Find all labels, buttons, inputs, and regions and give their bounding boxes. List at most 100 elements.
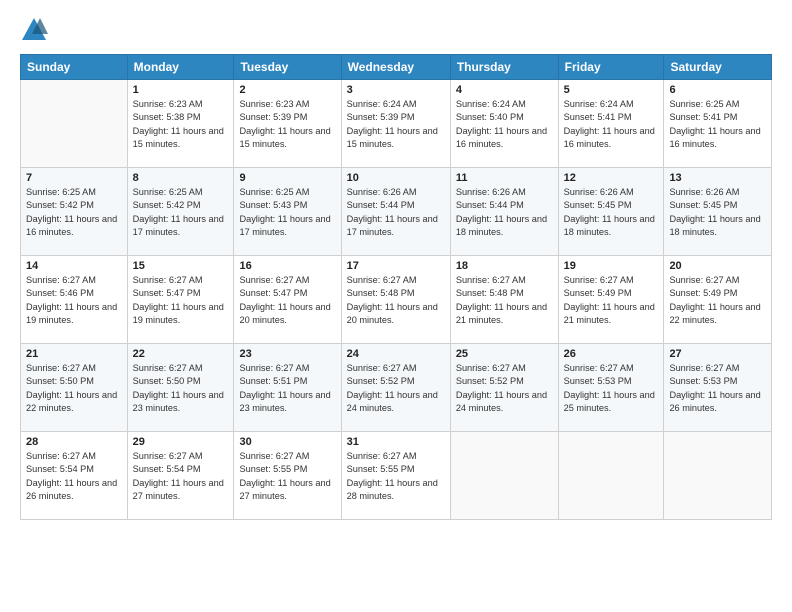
calendar-header-wednesday: Wednesday bbox=[341, 55, 450, 80]
day-detail: Sunrise: 6:27 AMSunset: 5:47 PMDaylight:… bbox=[133, 274, 229, 327]
calendar-header-sunday: Sunday bbox=[21, 55, 128, 80]
calendar-cell: 8 Sunrise: 6:25 AMSunset: 5:42 PMDaylight… bbox=[127, 168, 234, 256]
day-detail: Sunrise: 6:23 AMSunset: 5:39 PMDaylight:… bbox=[239, 98, 335, 151]
day-number: 18 bbox=[456, 260, 553, 272]
calendar-cell: 20Sunrise: 6:27 AMSunset: 5:49 PMDayligh… bbox=[664, 256, 772, 344]
calendar-cell: 18 Sunrise: 6:27 AMSunset: 5:48 PMDayligh… bbox=[450, 256, 558, 344]
day-detail: Sunrise: 6:27 AMSunset: 5:51 PMDaylight:… bbox=[239, 362, 335, 415]
calendar-cell bbox=[450, 432, 558, 520]
day-detail: Sunrise: 6:27 AMSunset: 5:48 PMDaylight:… bbox=[347, 274, 445, 327]
day-detail: Sunrise: 6:27 AMSunset: 5:47 PMDaylight:… bbox=[239, 274, 335, 327]
calendar-header-monday: Monday bbox=[127, 55, 234, 80]
calendar-cell: 22 Sunrise: 6:27 AMSunset: 5:50 PMDayligh… bbox=[127, 344, 234, 432]
calendar-cell: 31 Sunrise: 6:27 AMSunset: 5:55 PMDayligh… bbox=[341, 432, 450, 520]
day-number: 26 bbox=[564, 348, 659, 360]
day-number: 11 bbox=[456, 172, 553, 184]
day-detail: Sunrise: 6:26 AMSunset: 5:44 PMDaylight:… bbox=[347, 186, 445, 239]
day-number: 14 bbox=[26, 260, 122, 272]
day-number: 29 bbox=[133, 436, 229, 448]
calendar-cell: 19 Sunrise: 6:27 AMSunset: 5:49 PMDayligh… bbox=[558, 256, 664, 344]
calendar-cell: 12Sunrise: 6:26 AMSunset: 5:45 PMDayligh… bbox=[558, 168, 664, 256]
calendar-cell: 23 Sunrise: 6:27 AMSunset: 5:51 PMDayligh… bbox=[234, 344, 341, 432]
day-number: 15 bbox=[133, 260, 229, 272]
day-number: 9 bbox=[239, 172, 335, 184]
day-number: 17 bbox=[347, 260, 445, 272]
day-number: 19 bbox=[564, 260, 659, 272]
day-detail: Sunrise: 6:27 AMSunset: 5:53 PMDaylight:… bbox=[564, 362, 659, 415]
day-number: 23 bbox=[239, 348, 335, 360]
day-number: 1 bbox=[133, 84, 229, 96]
day-detail: Sunrise: 6:27 AMSunset: 5:55 PMDaylight:… bbox=[347, 450, 445, 503]
day-detail: Sunrise: 6:27 AMSunset: 5:52 PMDaylight:… bbox=[456, 362, 553, 415]
calendar-week-4: 28 Sunrise: 6:27 AMSunset: 5:54 PMDayligh… bbox=[21, 432, 772, 520]
day-number: 30 bbox=[239, 436, 335, 448]
calendar-cell: 13 Sunrise: 6:26 AMSunset: 5:45 PMDayligh… bbox=[664, 168, 772, 256]
calendar-cell: 5 Sunrise: 6:24 AMSunset: 5:41 PMDaylight… bbox=[558, 80, 664, 168]
calendar-cell: 21 Sunrise: 6:27 AMSunset: 5:50 PMDayligh… bbox=[21, 344, 128, 432]
day-detail: Sunrise: 6:26 AMSunset: 5:45 PMDaylight:… bbox=[564, 186, 659, 239]
day-number: 25 bbox=[456, 348, 553, 360]
calendar-cell: 16Sunrise: 6:27 AMSunset: 5:47 PMDayligh… bbox=[234, 256, 341, 344]
day-detail: Sunrise: 6:27 AMSunset: 5:49 PMDaylight:… bbox=[564, 274, 659, 327]
calendar-cell: 3 Sunrise: 6:24 AMSunset: 5:39 PMDaylight… bbox=[341, 80, 450, 168]
calendar-cell: 26 Sunrise: 6:27 AMSunset: 5:53 PMDayligh… bbox=[558, 344, 664, 432]
calendar-header-thursday: Thursday bbox=[450, 55, 558, 80]
day-detail: Sunrise: 6:26 AMSunset: 5:44 PMDaylight:… bbox=[456, 186, 553, 239]
calendar-cell: 27Sunrise: 6:27 AMSunset: 5:53 PMDayligh… bbox=[664, 344, 772, 432]
calendar-cell bbox=[664, 432, 772, 520]
day-number: 13 bbox=[669, 172, 766, 184]
day-detail: Sunrise: 6:27 AMSunset: 5:54 PMDaylight:… bbox=[133, 450, 229, 503]
calendar-cell bbox=[21, 80, 128, 168]
day-detail: Sunrise: 6:24 AMSunset: 5:40 PMDaylight:… bbox=[456, 98, 553, 151]
day-detail: Sunrise: 6:25 AMSunset: 5:42 PMDaylight:… bbox=[133, 186, 229, 239]
day-detail: Sunrise: 6:24 AMSunset: 5:41 PMDaylight:… bbox=[564, 98, 659, 151]
day-detail: Sunrise: 6:27 AMSunset: 5:48 PMDaylight:… bbox=[456, 274, 553, 327]
calendar-header-tuesday: Tuesday bbox=[234, 55, 341, 80]
calendar-cell: 10 Sunrise: 6:26 AMSunset: 5:44 PMDayligh… bbox=[341, 168, 450, 256]
calendar-cell: 28 Sunrise: 6:27 AMSunset: 5:54 PMDayligh… bbox=[21, 432, 128, 520]
day-number: 6 bbox=[669, 84, 766, 96]
calendar-cell: 11 Sunrise: 6:26 AMSunset: 5:44 PMDayligh… bbox=[450, 168, 558, 256]
day-detail: Sunrise: 6:27 AMSunset: 5:50 PMDaylight:… bbox=[133, 362, 229, 415]
day-number: 31 bbox=[347, 436, 445, 448]
calendar-cell: 24Sunrise: 6:27 AMSunset: 5:52 PMDayligh… bbox=[341, 344, 450, 432]
day-number: 22 bbox=[133, 348, 229, 360]
day-number: 10 bbox=[347, 172, 445, 184]
calendar-cell: 9 Sunrise: 6:25 AMSunset: 5:43 PMDaylight… bbox=[234, 168, 341, 256]
day-detail: Sunrise: 6:25 AMSunset: 5:43 PMDaylight:… bbox=[239, 186, 335, 239]
day-number: 4 bbox=[456, 84, 553, 96]
day-number: 27 bbox=[669, 348, 766, 360]
calendar-week-0: 1Sunrise: 6:23 AMSunset: 5:38 PMDaylight… bbox=[21, 80, 772, 168]
day-number: 28 bbox=[26, 436, 122, 448]
day-number: 7 bbox=[26, 172, 122, 184]
day-detail: Sunrise: 6:27 AMSunset: 5:50 PMDaylight:… bbox=[26, 362, 122, 415]
calendar-cell: 4 Sunrise: 6:24 AMSunset: 5:40 PMDaylight… bbox=[450, 80, 558, 168]
calendar-cell: 29 Sunrise: 6:27 AMSunset: 5:54 PMDayligh… bbox=[127, 432, 234, 520]
calendar-cell: 7Sunrise: 6:25 AMSunset: 5:42 PMDaylight… bbox=[21, 168, 128, 256]
calendar-header-saturday: Saturday bbox=[664, 55, 772, 80]
calendar-cell: 17 Sunrise: 6:27 AMSunset: 5:48 PMDayligh… bbox=[341, 256, 450, 344]
logo-icon bbox=[20, 16, 48, 44]
page: SundayMondayTuesdayWednesdayThursdayFrid… bbox=[0, 0, 792, 612]
day-detail: Sunrise: 6:27 AMSunset: 5:54 PMDaylight:… bbox=[26, 450, 122, 503]
day-detail: Sunrise: 6:27 AMSunset: 5:46 PMDaylight:… bbox=[26, 274, 122, 327]
day-number: 2 bbox=[239, 84, 335, 96]
day-number: 5 bbox=[564, 84, 659, 96]
calendar-cell: 6Sunrise: 6:25 AMSunset: 5:41 PMDaylight… bbox=[664, 80, 772, 168]
logo bbox=[20, 16, 52, 44]
day-detail: Sunrise: 6:26 AMSunset: 5:45 PMDaylight:… bbox=[669, 186, 766, 239]
calendar-week-3: 21 Sunrise: 6:27 AMSunset: 5:50 PMDayligh… bbox=[21, 344, 772, 432]
day-detail: Sunrise: 6:24 AMSunset: 5:39 PMDaylight:… bbox=[347, 98, 445, 151]
day-number: 3 bbox=[347, 84, 445, 96]
day-detail: Sunrise: 6:27 AMSunset: 5:49 PMDaylight:… bbox=[669, 274, 766, 327]
calendar-header-row: SundayMondayTuesdayWednesdayThursdayFrid… bbox=[21, 55, 772, 80]
day-number: 24 bbox=[347, 348, 445, 360]
day-number: 8 bbox=[133, 172, 229, 184]
calendar-cell: 14 Sunrise: 6:27 AMSunset: 5:46 PMDayligh… bbox=[21, 256, 128, 344]
calendar-cell: 2 Sunrise: 6:23 AMSunset: 5:39 PMDaylight… bbox=[234, 80, 341, 168]
header bbox=[20, 16, 772, 44]
day-number: 21 bbox=[26, 348, 122, 360]
calendar-cell: 15 Sunrise: 6:27 AMSunset: 5:47 PMDayligh… bbox=[127, 256, 234, 344]
calendar-cell bbox=[558, 432, 664, 520]
calendar-cell: 30Sunrise: 6:27 AMSunset: 5:55 PMDayligh… bbox=[234, 432, 341, 520]
